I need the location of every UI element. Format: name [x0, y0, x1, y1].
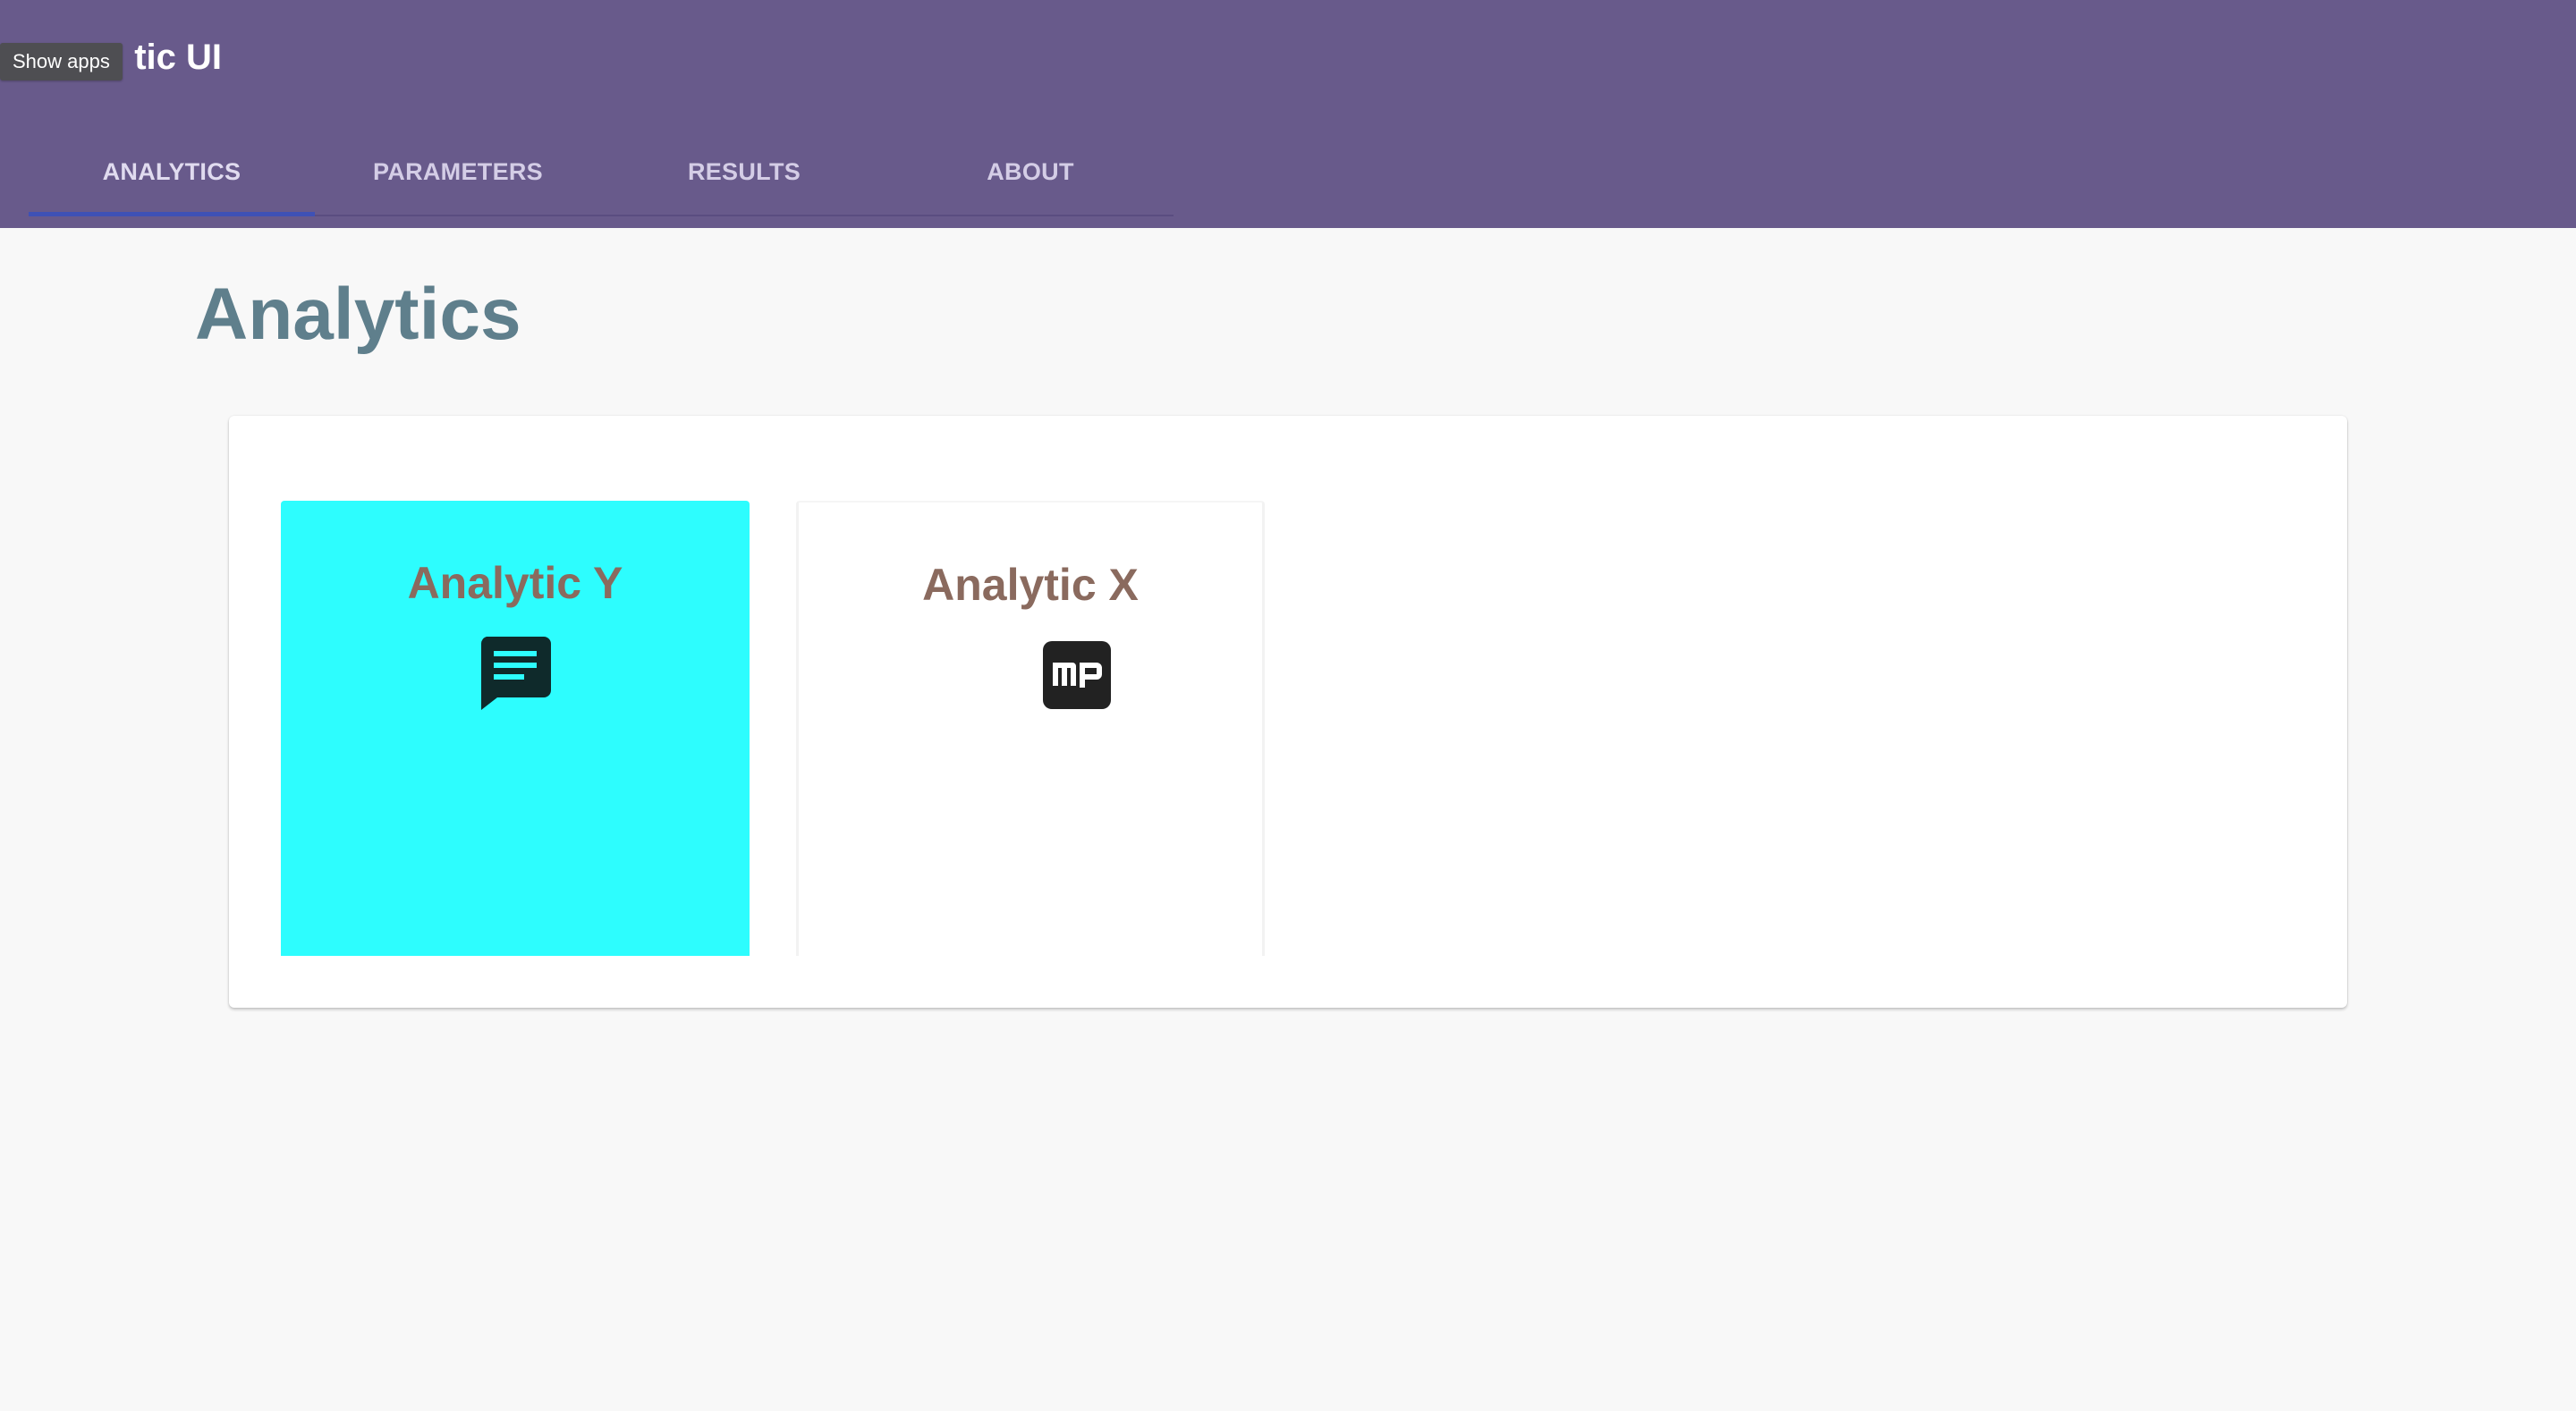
show-apps-tooltip: Show apps — [0, 43, 123, 80]
tab-bar: ANALYTICS PARAMETERS RESULTS ABOUT — [29, 129, 1174, 216]
analytic-x-title: Analytic X — [922, 560, 1139, 610]
tab-parameters[interactable]: PARAMETERS — [315, 129, 601, 215]
mp-logo-icon — [1043, 641, 1111, 709]
tab-about[interactable]: ABOUT — [887, 129, 1174, 215]
analytic-y-title: Analytic Y — [407, 558, 623, 608]
tab-results[interactable]: RESULTS — [601, 129, 887, 215]
page-title: Analytics — [195, 274, 521, 355]
analytic-x-tile[interactable]: Analytic X — [796, 501, 1265, 956]
analytics-panel: Analytic Y Analytic X — [229, 416, 2347, 1008]
chat-message-icon — [478, 635, 553, 710]
tab-analytics[interactable]: ANALYTICS — [29, 129, 315, 216]
app-header: tic UI Show apps ANALYTICS PARAMETERS RE… — [0, 0, 2576, 228]
analytic-y-tile[interactable]: Analytic Y — [281, 501, 750, 956]
